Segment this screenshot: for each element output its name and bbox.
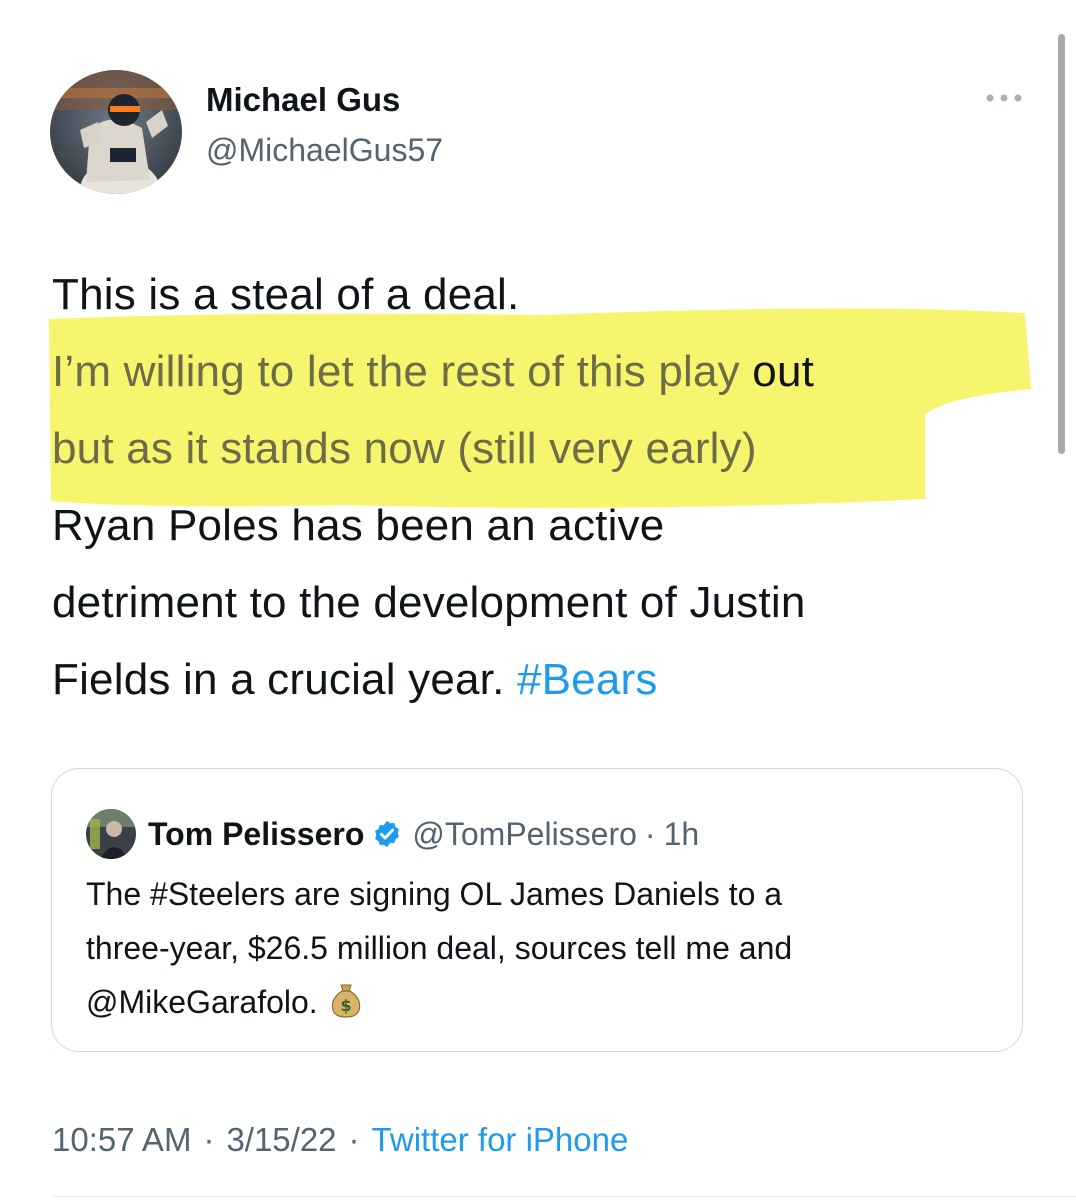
tweet-line-tail: out	[739, 347, 815, 396]
tweet-line: Fields in a crucial year. #Bears	[52, 641, 1042, 718]
quoted-line: @MikeGarafolo. $	[86, 975, 1006, 1035]
tweet-text: This is a steal of a deal. I’m willing t…	[52, 256, 1042, 718]
tweet-line: This is a steal of a deal.	[52, 270, 520, 319]
svg-text:$: $	[340, 996, 351, 1015]
author-handle[interactable]: @MichaelGus57	[206, 128, 443, 172]
quoted-header: Tom Pelissero @TomPelissero · 1h	[148, 809, 699, 859]
more-options-button[interactable]	[982, 84, 1026, 114]
quoted-text: The #Steelers are signing OL James Danie…	[86, 867, 1006, 1035]
quoted-author-name[interactable]: Tom Pelissero	[148, 816, 364, 853]
quoted-line: The #Steelers are signing OL James Danie…	[86, 876, 783, 912]
tweet-line-text: Fields in a crucial year.	[52, 655, 517, 704]
separator-dot: ·	[348, 1121, 360, 1158]
quoted-author-avatar[interactable]	[86, 809, 136, 859]
tweet-line: detriment to the development of Justin	[52, 578, 806, 627]
tweet-meta: 10:57 AM · 3/15/22 · Twitter for iPhone	[52, 1116, 628, 1164]
quoted-line: three-year, $26.5 million deal, sources …	[86, 930, 793, 966]
quoted-author-handle[interactable]: @TomPelissero	[412, 816, 637, 853]
author-name[interactable]: Michael Gus	[206, 78, 400, 122]
tweet-line: but as it stands now (still very early)	[52, 424, 757, 473]
divider	[52, 1196, 1076, 1197]
quoted-timestamp[interactable]: 1h	[664, 816, 700, 853]
tweet-line: I’m willing to let the rest of this play…	[52, 333, 1042, 410]
ellipsis-icon	[984, 90, 1024, 108]
mention-text: @MikeGarafolo.	[86, 984, 318, 1020]
money-bag-icon: $	[330, 981, 362, 1035]
verified-badge-icon	[372, 819, 402, 849]
tweet-line-highlighted: I’m willing to let the rest of this play	[52, 347, 740, 396]
tweet-time[interactable]: 10:57 AM	[52, 1121, 191, 1159]
tweet-source-link[interactable]: Twitter for iPhone	[372, 1121, 629, 1159]
separator-dot: ·	[203, 1121, 215, 1158]
separator-dot: ·	[644, 815, 656, 852]
tweet-line: Ryan Poles has been an active	[52, 501, 665, 550]
quoted-tweet-card[interactable]: Tom Pelissero @TomPelissero · 1h The #St…	[51, 768, 1023, 1052]
author-avatar[interactable]	[50, 70, 182, 194]
hashtag-link[interactable]: #Bears	[517, 655, 658, 704]
tweet-date[interactable]: 3/15/22	[226, 1121, 336, 1159]
scrollbar-thumb[interactable]	[1058, 34, 1065, 454]
